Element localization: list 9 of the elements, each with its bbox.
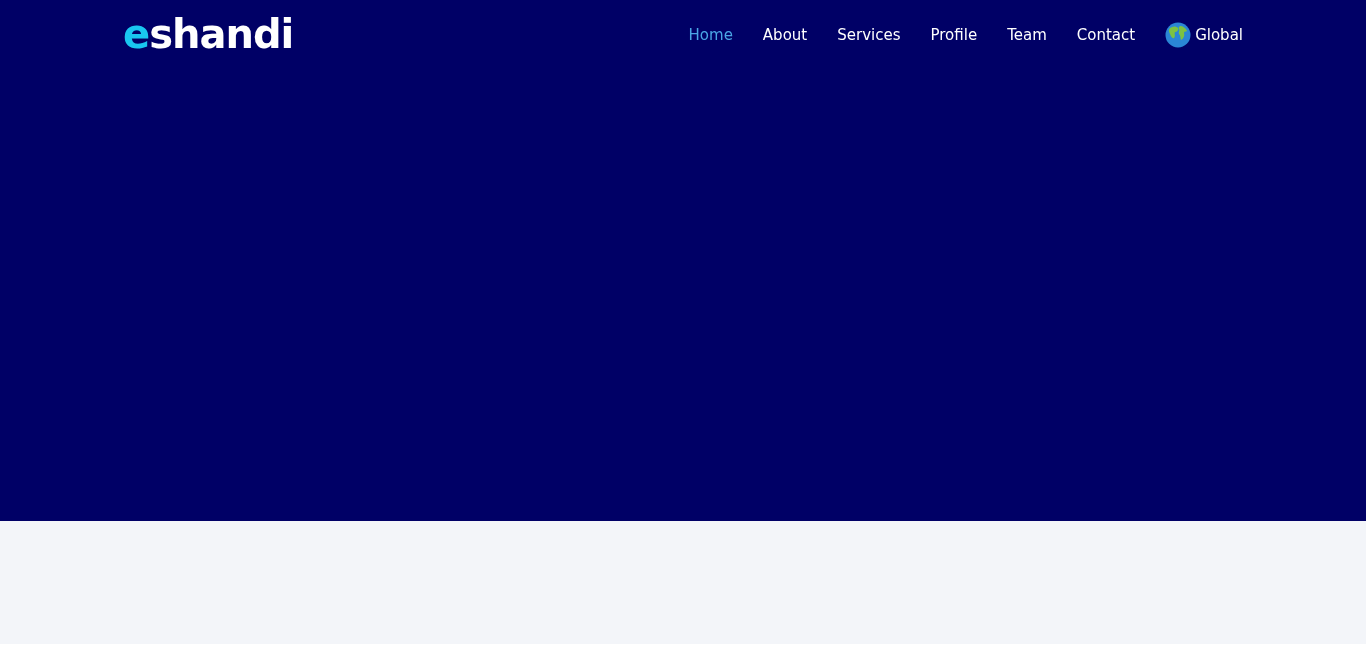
globe-icon [1165,22,1192,48]
nav-link[interactable]: Team [1007,23,1047,47]
nav-link[interactable]: Profile [930,23,978,47]
nav-link[interactable]: Home [688,23,733,47]
language-link[interactable]: Global [1165,22,1243,48]
nav-link[interactable]: About [762,23,808,47]
nav-link[interactable]: Services [837,23,901,47]
logo[interactable]: eshandi [123,14,294,54]
nav-link[interactable]: Contact [1076,23,1136,47]
